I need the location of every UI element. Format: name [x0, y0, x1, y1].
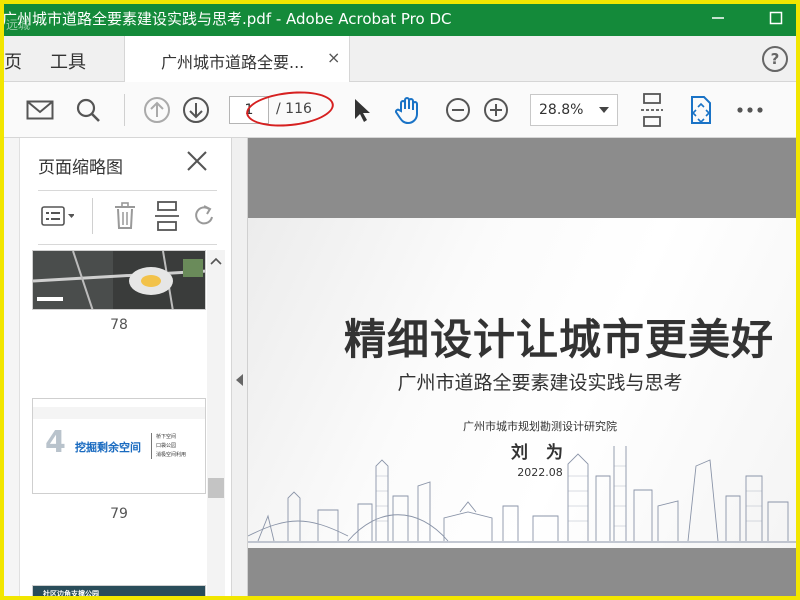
panel-divider-lower [38, 244, 217, 245]
next-page-button[interactable] [180, 94, 212, 126]
toolbar: 1 / 116 28.8% [0, 82, 800, 138]
red-annotation-circle [244, 87, 336, 131]
hand-icon [395, 97, 418, 125]
thumbnail-divider [151, 433, 152, 459]
document-tab-label: 广州城市道路全要... [161, 53, 305, 72]
thumbnail-page-78[interactable] [32, 250, 206, 310]
more-options-icon [737, 107, 763, 113]
chevron-left-icon [236, 374, 243, 386]
fit-width-button[interactable] [685, 94, 717, 126]
section-line-3: 消极空间利用 [156, 452, 187, 458]
pdf-page: 精细设计让城市更美好 广州市道路全要素建设实践与思考 广州市城市规划勘测设计研究… [248, 218, 800, 548]
panel-collapse-handle[interactable] [232, 138, 248, 600]
thumbnail-list[interactable]: 78 4 挖掘剩余空间 桥下空间 口袋公园 消极空间利用 79 社区边角支撑公园 [32, 250, 207, 600]
navigation-strip [0, 138, 20, 600]
maximize-icon [769, 11, 783, 25]
email-button[interactable] [24, 94, 56, 126]
search-icon [76, 98, 100, 122]
scrollbar-thumb[interactable] [208, 478, 224, 498]
select-tool-button[interactable] [345, 94, 377, 126]
thumbnail-scrollbar[interactable] [207, 250, 225, 600]
envelope-icon [26, 100, 54, 120]
chevron-up-icon[interactable] [210, 254, 222, 269]
fit-page-button[interactable] [636, 93, 668, 127]
thumbnail-label-79: 79 [110, 506, 128, 522]
tab-bar: 页 工具 广州城市道路全要... × ? [0, 36, 800, 82]
delete-page-button[interactable] [108, 200, 142, 232]
thumbnail-panel: 页面缩略图 78 4 挖掘剩余空间 桥下空间 口袋公园 消极空间利用 79 社区… [0, 138, 232, 600]
cursor-arrow-icon [355, 99, 370, 122]
menu-tools[interactable]: 工具 [50, 48, 86, 74]
thumbnail-options-button[interactable] [40, 200, 74, 232]
arrow-up-circle-icon [144, 97, 170, 123]
section-heading: 挖掘剩余空间 [75, 441, 141, 454]
toolbar-separator [124, 94, 125, 126]
insert-page-icon [155, 201, 179, 231]
zoom-select[interactable]: 28.8% [530, 94, 618, 126]
help-icon[interactable]: ? [762, 46, 788, 72]
fit-width-icon [691, 96, 711, 124]
zoom-in-button[interactable] [480, 94, 512, 126]
window-title: 广州城市道路全要素建设实践与思考.pdf - Adobe Acrobat Pro… [2, 9, 452, 28]
thumbnail-page-80[interactable]: 社区边角支撑公园 [32, 585, 206, 600]
aerial-photo-image [33, 251, 205, 309]
more-tools-button[interactable] [734, 94, 766, 126]
thumbnail-page-79[interactable]: 4 挖掘剩余空间 桥下空间 口袋公园 消极空间利用 [32, 398, 206, 494]
scroll-mode-icon [641, 93, 663, 127]
zoom-out-button[interactable] [442, 94, 474, 126]
document-subtitle: 广州市道路全要素建设实践与思考 [397, 372, 683, 394]
maximize-button[interactable] [764, 6, 788, 30]
panel-close-button[interactable] [186, 150, 208, 178]
previous-page-button[interactable] [141, 94, 173, 126]
insert-page-button[interactable] [150, 200, 184, 232]
minimize-button[interactable] [706, 6, 730, 30]
watermark-text: 远城 [6, 18, 31, 32]
close-tab-icon[interactable]: × [327, 48, 340, 67]
minimize-icon [712, 17, 724, 19]
section-line-1: 桥下空间 [156, 434, 177, 440]
options-menu-icon [41, 206, 74, 226]
zoom-value: 28.8% [539, 102, 584, 118]
zoom-out-icon [446, 98, 470, 122]
section-line-2: 口袋公园 [156, 443, 177, 449]
panel-separator [92, 198, 93, 234]
arrow-down-circle-icon [183, 97, 209, 123]
document-tab[interactable]: 广州城市道路全要... × [124, 36, 350, 82]
menu-home[interactable]: 页 [4, 48, 22, 74]
document-organization: 广州市城市规划勘测设计研究院 [463, 420, 617, 433]
rotate-page-button[interactable] [192, 200, 218, 232]
chevron-down-icon [599, 107, 609, 113]
document-title: 精细设计让城市更美好 [343, 315, 774, 364]
thumbnail-heading: 社区边角支撑公园 [43, 590, 99, 598]
panel-title: 页面缩略图 [38, 158, 123, 178]
city-skyline-illustration [248, 446, 800, 543]
close-icon [187, 151, 207, 171]
search-button[interactable] [72, 94, 104, 126]
document-view[interactable]: 精细设计让城市更美好 广州市道路全要素建设实践与思考 广州市城市规划勘测设计研究… [248, 138, 800, 600]
thumbnail-label-78: 78 [110, 317, 128, 333]
section-number: 4 [45, 425, 66, 460]
rotate-icon [195, 205, 213, 225]
title-bar: 广州城市道路全要素建设实践与思考.pdf - Adobe Acrobat Pro… [0, 0, 800, 36]
trash-icon [115, 202, 135, 229]
thumbnail-band [33, 407, 205, 419]
panel-divider [38, 190, 217, 191]
zoom-in-icon [484, 98, 508, 122]
hand-tool-button[interactable] [392, 94, 424, 126]
